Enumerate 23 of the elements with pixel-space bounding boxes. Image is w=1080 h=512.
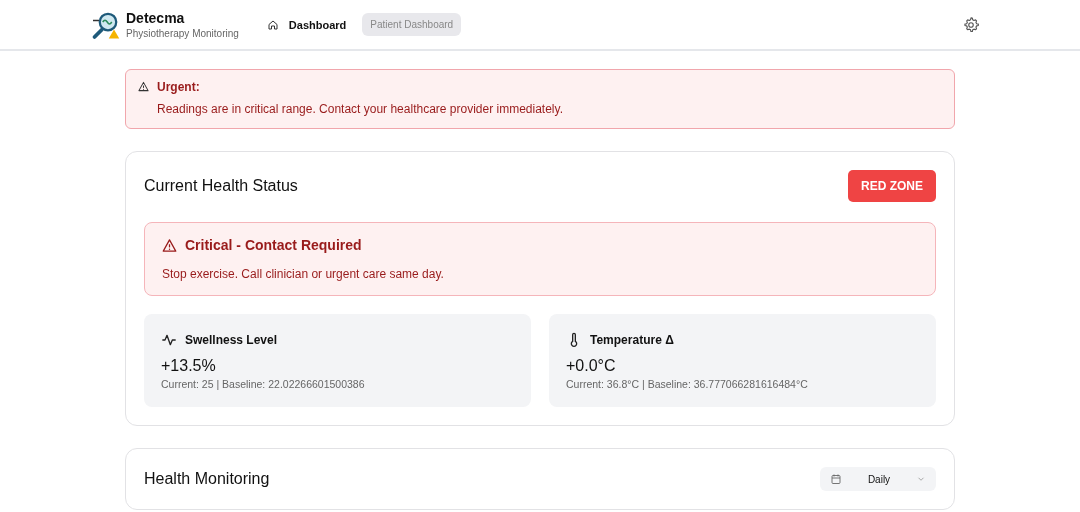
brand-subtitle: Physiotherapy Monitoring <box>126 28 239 39</box>
metric-label: Temperature Δ <box>590 333 674 347</box>
zone-badge: RED ZONE <box>848 170 936 202</box>
warning-icon <box>162 237 177 253</box>
notice-message: Stop exercise. Call clinician or urgent care same day. <box>162 267 445 281</box>
nav-tab[interactable]: Dashboard <box>258 12 355 37</box>
alert-message: Readings are in critical range. Contact your healthcare provider immediately. <box>157 102 563 116</box>
warning-icon <box>138 81 149 92</box>
metric-value: +0.0°C <box>566 357 617 375</box>
pulse-icon <box>161 332 177 348</box>
metric-detail: Current: 25 | Baseline: 22.02266601500386 <box>161 378 366 390</box>
metric-value: +13.5% <box>161 357 217 375</box>
calendar-icon <box>830 473 842 485</box>
card-title: Current Health Status <box>144 177 298 195</box>
alert-title: Urgent: <box>157 80 201 94</box>
brand-name: Detecma <box>126 10 186 26</box>
settings-icon[interactable] <box>962 15 980 34</box>
period-dropdown[interactable]: Daily <box>820 467 936 491</box>
metric-detail: Current: 36.8°C | Baseline: 36.777066281616484°C <box>566 378 809 390</box>
card-title: Health Monitoring <box>144 470 270 488</box>
home-icon <box>266 18 279 31</box>
notice-title: Critical - Contact Required <box>185 237 362 253</box>
metric-label: Swellness Level <box>185 333 278 347</box>
